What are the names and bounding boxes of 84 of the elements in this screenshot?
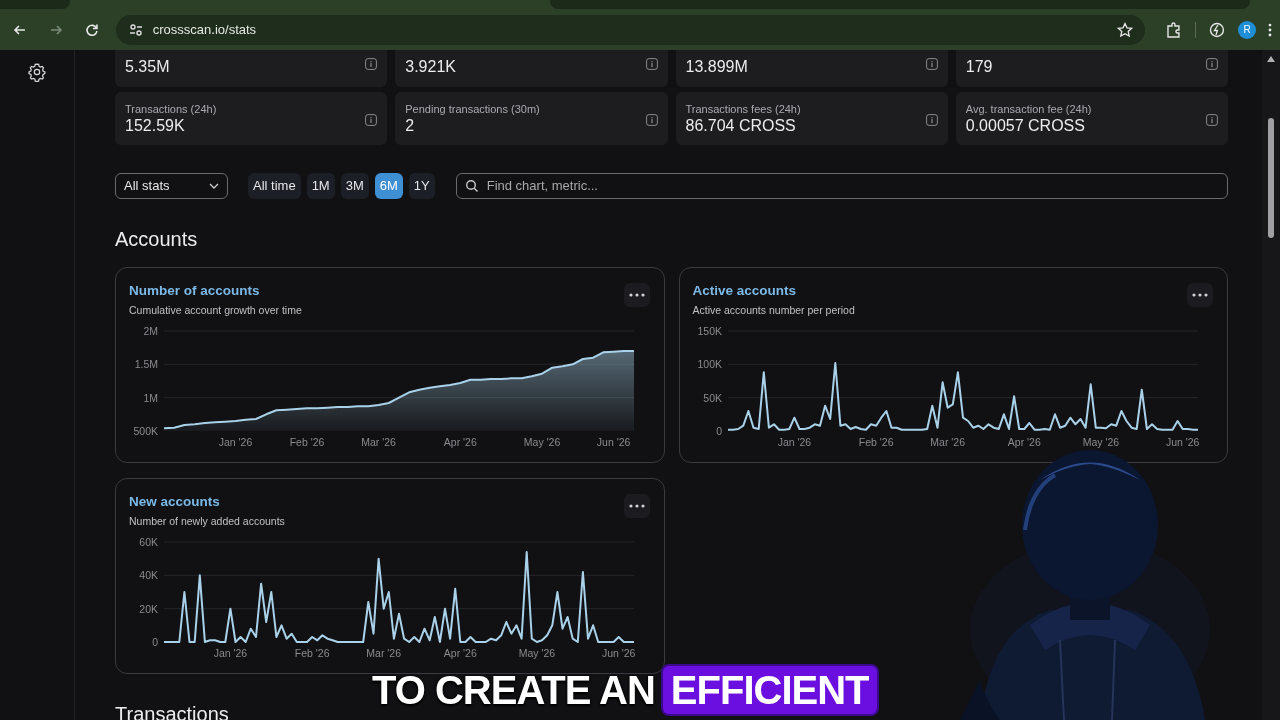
- time-range-tab[interactable]: 3M: [340, 172, 369, 199]
- stat-value: 3.921K: [405, 57, 456, 77]
- scroll-up-icon[interactable]: [1267, 56, 1275, 62]
- info-icon[interactable]: [645, 114, 658, 126]
- more-button[interactable]: [623, 283, 650, 307]
- chart-title[interactable]: New accounts: [129, 493, 651, 511]
- chart-title[interactable]: Number of accounts: [129, 282, 651, 300]
- axis-label: Jan '26: [777, 436, 811, 448]
- section-heading: Accounts: [115, 227, 199, 251]
- axis-label: Mar '26: [366, 647, 401, 659]
- axis-label: Jun '26: [601, 647, 636, 659]
- axis-label: May '26: [518, 647, 556, 659]
- axis-label: Feb '26: [289, 436, 325, 448]
- time-range-tab[interactable]: 1M: [306, 172, 335, 199]
- axis-label: Jan '26: [213, 647, 248, 659]
- info-icon[interactable]: [1206, 58, 1218, 70]
- more-button[interactable]: [1187, 283, 1213, 307]
- axis-label: 0: [152, 636, 158, 648]
- info-icon[interactable]: [365, 114, 378, 126]
- axis-label: 20K: [139, 602, 158, 615]
- axis-label: Jan '26: [218, 436, 253, 448]
- stat-value: 0.00057 CROSS: [965, 116, 1086, 136]
- axis-label: 40K: [139, 569, 158, 582]
- axis-label: 100K: [696, 358, 722, 371]
- time-range-tab[interactable]: All time: [248, 172, 301, 199]
- search-field[interactable]: Find chart, metric...: [455, 172, 1228, 199]
- axis-label: 2M: [143, 325, 158, 337]
- axis-label: Jun '26: [1165, 436, 1199, 448]
- axis-label: Apr '26: [443, 436, 477, 448]
- axis-label: 60K: [139, 536, 158, 548]
- axis-label: 150K: [696, 325, 722, 337]
- site-info-icon[interactable]: [127, 21, 144, 38]
- more-icon: [628, 293, 645, 297]
- stat-value: 179: [965, 57, 993, 77]
- info-icon[interactable]: [645, 58, 658, 70]
- axis-label: Apr '26: [1007, 436, 1041, 448]
- scrollbar[interactable]: [1262, 50, 1280, 720]
- url-text: crossscan.io/stats: [152, 20, 258, 39]
- chart-title[interactable]: Active accounts: [692, 282, 1214, 300]
- search-icon: [464, 178, 479, 193]
- info-icon[interactable]: [365, 58, 378, 70]
- time-range-tab[interactable]: 1Y: [408, 172, 435, 199]
- address-bar[interactable]: crossscan.io/stats: [115, 14, 1146, 45]
- star-icon[interactable]: [1117, 21, 1134, 38]
- info-icon[interactable]: [1206, 114, 1218, 126]
- axis-label: 1.5M: [134, 358, 158, 371]
- axis-label: 0: [715, 425, 722, 437]
- caption-text: TO CREATE AN: [372, 667, 655, 714]
- stat-value: 2: [405, 116, 416, 136]
- axis-label: Feb '26: [858, 436, 893, 448]
- settings-icon[interactable]: [27, 62, 47, 82]
- scrollbar-thumb[interactable]: [1268, 118, 1274, 238]
- stat-value: 5.35M: [125, 57, 170, 77]
- more-icon: [628, 504, 645, 508]
- axis-label: Apr '26: [443, 647, 477, 659]
- info-icon[interactable]: [925, 114, 938, 126]
- highlighted-caption-word: EFFICIENT: [660, 664, 879, 716]
- info-icon[interactable]: [925, 58, 938, 70]
- more-button[interactable]: [623, 494, 650, 518]
- axis-label: 50K: [702, 391, 722, 404]
- axis-label: Jun '26: [596, 436, 631, 448]
- chevron-down-icon: [209, 182, 219, 189]
- axis-label: Mar '26: [929, 436, 965, 448]
- axis-label: 500K: [133, 425, 158, 437]
- profile-avatar[interactable]: R: [1238, 20, 1257, 39]
- chart-subtitle: Number of newly added accounts: [129, 514, 286, 528]
- stat-label: Pending transactions (30m): [405, 102, 540, 116]
- axis-label: May '26: [1082, 436, 1119, 448]
- stat-value: 152.59K: [125, 116, 186, 136]
- stat-label: Avg. transaction fee (24h): [965, 102, 1092, 116]
- axis-label: May '26: [523, 436, 561, 448]
- chart-subtitle: Cumulative account growth over time: [129, 303, 303, 317]
- more-icon: [1192, 293, 1208, 297]
- axis-label: Mar '26: [361, 436, 396, 448]
- menu-icon[interactable]: [1268, 22, 1273, 37]
- stat-value: 86.704 CROSS: [685, 116, 797, 136]
- stats-dropdown[interactable]: All stats: [115, 172, 228, 199]
- stat-label: Transactions (24h): [125, 102, 217, 116]
- stat-value: 13.899M: [685, 57, 748, 77]
- axis-label: Feb '26: [294, 647, 330, 659]
- axis-label: 1M: [143, 391, 158, 404]
- stat-label: Transactions fees (24h): [685, 102, 801, 116]
- extension-icon[interactable]: [1208, 20, 1227, 39]
- chart-subtitle: Active accounts number per period: [692, 303, 856, 317]
